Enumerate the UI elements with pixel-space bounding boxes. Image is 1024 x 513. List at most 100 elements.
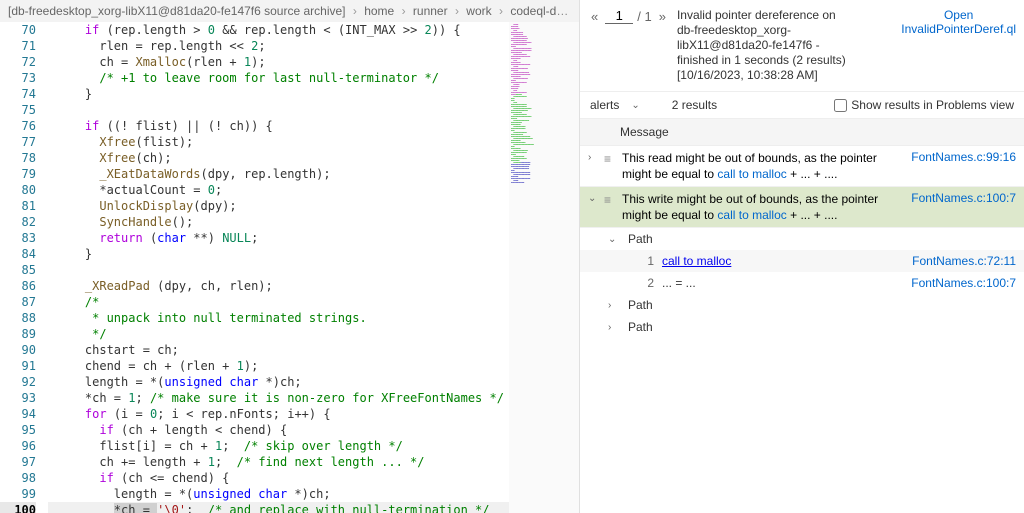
minimap[interactable]: ▬▬▬▬ ▬▬▬▬▬▬ ▬▬▬▬▬▬▬ ▬▬▬ ▬▬▬▬▬▬▬▬▬▬ ▬▬▬▬▬… xyxy=(509,22,579,513)
code-line[interactable]: _XReadPad (dpy, ch, rlen); xyxy=(48,278,509,294)
result-link[interactable]: call to malloc xyxy=(717,167,786,181)
show-results-checkbox[interactable] xyxy=(834,99,847,112)
show-results-toggle[interactable]: Show results in Problems view xyxy=(834,98,1014,112)
code-line[interactable]: if (ch + length < chend) { xyxy=(48,422,509,438)
line-number: 90 xyxy=(0,342,36,358)
code-line[interactable]: chend = ch + (rlen + 1); xyxy=(48,358,509,374)
code-line[interactable]: flist[i] = ch + 1; /* skip over length *… xyxy=(48,438,509,454)
result-link[interactable]: call to malloc xyxy=(717,208,786,222)
result-row[interactable]: ⌄ ≡ This write might be out of bounds, a… xyxy=(580,187,1024,228)
step-link[interactable]: call to malloc xyxy=(662,254,731,268)
list-icon: ≡ xyxy=(604,191,618,207)
path-row[interactable]: › Path xyxy=(580,316,1024,338)
code-line[interactable]: ch = Xmalloc(rlen + 1); xyxy=(48,54,509,70)
step-location[interactable]: FontNames.c:72:11 xyxy=(912,254,1016,268)
line-number: 82 xyxy=(0,214,36,230)
line-number: 83 xyxy=(0,230,36,246)
step-number: 1 xyxy=(638,254,654,268)
code-line[interactable]: for (i = 0; i < rep.nFonts; i++) { xyxy=(48,406,509,422)
line-number: 97 xyxy=(0,454,36,470)
code-line[interactable]: */ xyxy=(48,326,509,342)
line-number: 88 xyxy=(0,310,36,326)
path-label: Path xyxy=(628,320,653,334)
results-count: 2 results xyxy=(672,98,717,112)
path-label: Path xyxy=(628,232,653,246)
line-number: 71 xyxy=(0,38,36,54)
code-content[interactable]: if (rep.length > 0 && rep.length < (INT_… xyxy=(48,22,509,513)
line-number: 86 xyxy=(0,278,36,294)
line-number: 100 xyxy=(0,502,36,513)
code-line[interactable]: if (rep.length > 0 && rep.length < (INT_… xyxy=(48,22,509,38)
path-label: Path xyxy=(628,298,653,312)
code-line[interactable]: length = *(unsigned char *)ch; xyxy=(48,486,509,502)
code-line[interactable]: chstart = ch; xyxy=(48,342,509,358)
step-location[interactable]: FontNames.c:100:7 xyxy=(911,276,1016,290)
code-line[interactable] xyxy=(48,262,509,278)
line-number: 84 xyxy=(0,246,36,262)
line-number: 81 xyxy=(0,198,36,214)
breadcrumb[interactable]: [db-freedesktop_xorg-libX11@d81da20-fe14… xyxy=(0,0,579,22)
open-file-link[interactable]: InvalidPointerDeref.ql xyxy=(901,22,1016,36)
step-row[interactable]: 1 call to malloc FontNames.c:72:11 xyxy=(580,250,1024,272)
chevron-right-icon[interactable]: › xyxy=(588,150,600,163)
code-line[interactable]: if (ch <= chend) { xyxy=(48,470,509,486)
pager-prev[interactable]: « xyxy=(588,9,601,24)
step-desc: ... = ... xyxy=(662,276,903,290)
code-line[interactable]: UnlockDisplay(dpy); xyxy=(48,198,509,214)
result-location[interactable]: FontNames.c:100:7 xyxy=(911,191,1016,205)
breadcrumb-archive[interactable]: [db-freedesktop_xorg-libX11@d81da20-fe14… xyxy=(8,4,346,18)
code-line[interactable]: *ch = '\0'; /* and replace with null-ter… xyxy=(48,502,509,513)
code-line[interactable]: length = *(unsigned char *)ch; xyxy=(48,374,509,390)
query-title: Invalid pointer dereference ondb-freedes… xyxy=(677,8,893,83)
code-line[interactable]: *actualCount = 0; xyxy=(48,182,509,198)
code-line[interactable]: * unpack into null terminated strings. xyxy=(48,310,509,326)
code-line[interactable]: if ((! flist) || (! ch)) { xyxy=(48,118,509,134)
line-number: 79 xyxy=(0,166,36,182)
code-line[interactable]: SyncHandle(); xyxy=(48,214,509,230)
code-editor-pane: [db-freedesktop_xorg-libX11@d81da20-fe14… xyxy=(0,0,580,513)
line-number: 72 xyxy=(0,54,36,70)
line-number: 96 xyxy=(0,438,36,454)
chevron-down-icon[interactable]: ⌄ xyxy=(631,100,639,111)
list-icon: ≡ xyxy=(604,150,618,166)
line-number: 91 xyxy=(0,358,36,374)
code-line[interactable]: /* +1 to leave room for last null-termin… xyxy=(48,70,509,86)
alerts-label: alerts xyxy=(590,98,619,112)
pager-next[interactable]: » xyxy=(656,9,669,24)
open-link[interactable]: Open xyxy=(944,8,973,22)
code-line[interactable]: Xfree(flist); xyxy=(48,134,509,150)
code-line[interactable]: _XEatDataWords(dpy, rep.length); xyxy=(48,166,509,182)
line-number: 80 xyxy=(0,182,36,198)
code-line[interactable]: ch += length + 1; /* find next length ..… xyxy=(48,454,509,470)
code-line[interactable]: } xyxy=(48,86,509,102)
line-number: 99 xyxy=(0,486,36,502)
chevron-down-icon[interactable]: ⌄ xyxy=(608,234,620,245)
code-area[interactable]: 7071727374757677787980818283848586878889… xyxy=(0,22,579,513)
line-number: 76 xyxy=(0,118,36,134)
code-line[interactable]: Xfree(ch); xyxy=(48,150,509,166)
message-header: Message xyxy=(580,119,1024,146)
line-gutter: 7071727374757677787980818283848586878889… xyxy=(0,22,48,513)
pager-total: / 1 xyxy=(637,9,651,24)
code-line[interactable]: } xyxy=(48,246,509,262)
result-row[interactable]: › ≡ This read might be out of bounds, as… xyxy=(580,146,1024,187)
line-number: 98 xyxy=(0,470,36,486)
line-number: 77 xyxy=(0,134,36,150)
chevron-right-icon[interactable]: › xyxy=(608,300,620,311)
breadcrumb-sep: › xyxy=(353,4,357,18)
line-number: 73 xyxy=(0,70,36,86)
path-row[interactable]: › Path xyxy=(580,294,1024,316)
results-list: › ≡ This read might be out of bounds, as… xyxy=(580,146,1024,338)
open-query-link: Open InvalidPointerDeref.ql xyxy=(901,8,1016,36)
chevron-right-icon[interactable]: › xyxy=(608,322,620,333)
chevron-down-icon[interactable]: ⌄ xyxy=(588,191,600,204)
code-line[interactable] xyxy=(48,102,509,118)
code-line[interactable]: *ch = 1; /* make sure it is non-zero for… xyxy=(48,390,509,406)
pager-page-input[interactable] xyxy=(605,8,633,24)
code-line[interactable]: /* xyxy=(48,294,509,310)
code-line[interactable]: rlen = rep.length << 2; xyxy=(48,38,509,54)
step-row[interactable]: 2... = ...FontNames.c:100:7 xyxy=(580,272,1024,294)
path-row[interactable]: ⌄ Path xyxy=(580,228,1024,250)
code-line[interactable]: return (char **) NULL; xyxy=(48,230,509,246)
result-location[interactable]: FontNames.c:99:16 xyxy=(911,150,1016,164)
